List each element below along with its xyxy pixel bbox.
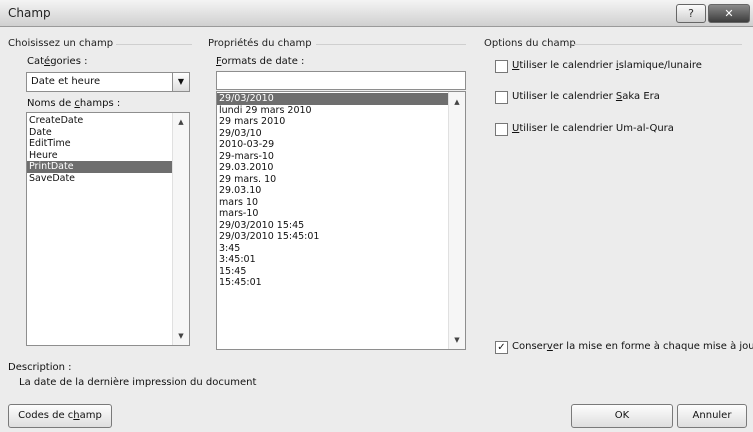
date-format-item[interactable]: 3:45:01 <box>217 254 448 266</box>
scroll-down-icon[interactable]: ▼ <box>449 333 465 347</box>
date-format-item[interactable]: lundi 29 mars 2010 <box>217 105 448 117</box>
date-format-item[interactable]: 3:45 <box>217 243 448 255</box>
date-formats-label: Formats de date : <box>216 56 305 67</box>
field-codes-button[interactable]: Codes de champ <box>8 404 112 428</box>
field-names-scrollbar[interactable]: ▲ ▼ <box>172 113 189 345</box>
date-format-item[interactable]: 15:45:01 <box>217 277 448 289</box>
date-format-item[interactable]: mars 10 <box>217 197 448 209</box>
um-al-qura-calendar-label: Utiliser le calendrier Um-al-Qura <box>512 123 674 134</box>
categories-combobox[interactable]: Date et heure ▼ <box>26 72 190 92</box>
islamic-calendar-label: Utiliser le calendrier islamique/lunaire <box>512 60 702 71</box>
islamic-calendar-checkbox[interactable] <box>495 60 508 73</box>
choose-field-group-title: Choisissez un champ <box>8 38 114 49</box>
preserve-format-checkbox[interactable]: ✓ <box>495 341 508 354</box>
date-formats-list[interactable]: 29/03/2010 lundi 29 mars 2010 29 mars 2010… <box>216 91 466 350</box>
date-format-item[interactable]: 29/03/2010 <box>217 93 448 105</box>
field-name-item[interactable]: CreateDate <box>27 115 172 127</box>
date-format-item[interactable]: 15:45 <box>217 266 448 278</box>
field-name-item[interactable]: Heure <box>27 150 172 162</box>
date-format-item[interactable]: 29/03/2010 15:45 <box>217 220 448 232</box>
help-button[interactable]: ? <box>676 4 706 23</box>
date-format-item[interactable]: 29 mars. 10 <box>217 174 448 186</box>
dialog-title: Champ <box>8 6 51 20</box>
um-al-qura-calendar-checkbox[interactable] <box>495 123 508 136</box>
date-format-input[interactable] <box>216 71 466 90</box>
date-format-item[interactable]: mars-10 <box>217 208 448 220</box>
scroll-up-icon[interactable]: ▲ <box>173 115 189 129</box>
date-format-item[interactable]: 29 mars 2010 <box>217 116 448 128</box>
cancel-button[interactable]: Annuler <box>677 404 747 428</box>
field-name-item[interactable]: EditTime <box>27 138 172 150</box>
title-bar: Champ ? ✕ <box>0 0 753 27</box>
categories-value: Date et heure <box>31 76 101 87</box>
field-name-item[interactable]: PrintDate <box>27 161 172 173</box>
description-text: La date de la dernière impression du doc… <box>19 377 257 388</box>
group-separator <box>116 44 192 45</box>
date-format-item[interactable]: 29-mars-10 <box>217 151 448 163</box>
date-format-item[interactable]: 29.03.10 <box>217 185 448 197</box>
scroll-down-icon[interactable]: ▼ <box>173 329 189 343</box>
field-name-item[interactable]: Date <box>27 127 172 139</box>
date-format-item[interactable]: 29.03.2010 <box>217 162 448 174</box>
chevron-down-icon[interactable]: ▼ <box>172 73 189 91</box>
scroll-up-icon[interactable]: ▲ <box>449 95 465 109</box>
group-separator <box>316 44 466 45</box>
field-names-label: Noms de champs : <box>27 98 121 109</box>
field-options-group-title: Options du champ <box>484 38 576 49</box>
field-name-item[interactable]: SaveDate <box>27 173 172 185</box>
saka-calendar-checkbox[interactable] <box>495 91 508 104</box>
group-separator <box>572 44 742 45</box>
preserve-format-label: Conserver la mise en forme à chaque mise… <box>512 341 753 352</box>
categories-label: Catégories : <box>27 56 88 67</box>
field-dialog: Champ ? ✕ Choisissez un champ Catégories… <box>0 0 753 432</box>
field-properties-group-title: Propriétés du champ <box>208 38 312 49</box>
date-format-item[interactable]: 29/03/10 <box>217 128 448 140</box>
date-formats-scrollbar[interactable]: ▲ ▼ <box>448 92 465 349</box>
field-names-list[interactable]: CreateDate Date EditTime Heure PrintDate Save… <box>26 112 190 346</box>
saka-calendar-label: Utiliser le calendrier Saka Era <box>512 91 660 102</box>
ok-button[interactable]: OK <box>571 404 673 428</box>
date-format-item[interactable]: 2010-03-29 <box>217 139 448 151</box>
close-button[interactable]: ✕ <box>708 4 750 23</box>
date-format-item[interactable]: 29/03/2010 15:45:01 <box>217 231 448 243</box>
description-label: Description : <box>8 362 72 373</box>
